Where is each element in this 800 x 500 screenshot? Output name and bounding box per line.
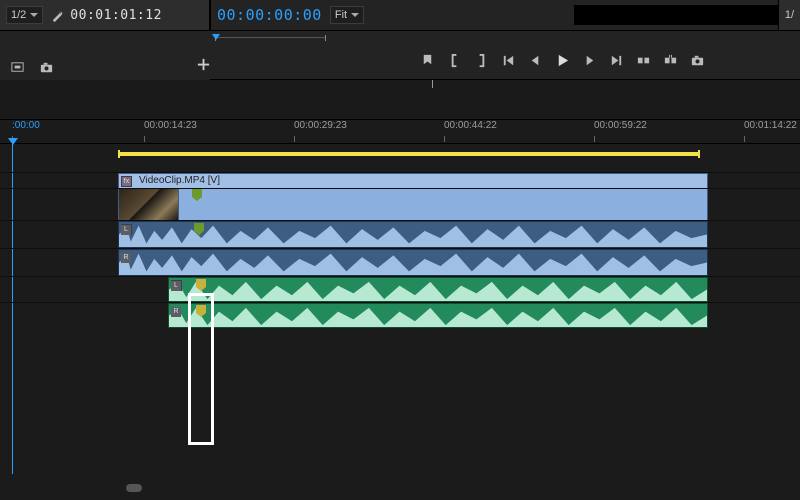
goto-out-icon[interactable] <box>609 53 624 68</box>
video-track-body[interactable] <box>0 188 800 220</box>
waveform <box>119 250 707 275</box>
clip-marker-icon[interactable] <box>192 189 202 201</box>
audio-clip-a1-r[interactable]: R <box>118 249 708 276</box>
monitor-button-row <box>0 30 800 80</box>
fx-badge-icon[interactable]: fx <box>121 176 132 187</box>
tracks-area: fx VideoClip.MP4 [V] fx L R <box>0 172 800 480</box>
ruler-tick: 00:00:14:23 <box>144 120 197 131</box>
capture-icon[interactable] <box>10 60 25 75</box>
ruler-tick: 00:00:44:22 <box>444 120 497 131</box>
channel-right-badge: R <box>121 253 131 263</box>
program-preview-area <box>574 5 794 25</box>
audio-clip-a1[interactable]: fx L <box>118 221 708 248</box>
audio-clip-a2[interactable]: fx L <box>168 277 708 302</box>
channel-right-badge: R <box>171 307 181 317</box>
marker-icon[interactable] <box>420 53 435 68</box>
extract-icon[interactable] <box>663 53 678 68</box>
transport-controls <box>420 53 705 68</box>
plus-icon[interactable] <box>196 57 211 72</box>
program-timecode[interactable]: 00:00:00:00 <box>217 6 322 24</box>
video-clip-header[interactable]: fx VideoClip.MP4 [V] <box>118 173 708 189</box>
audio-track-a2-r[interactable]: R <box>0 302 800 328</box>
goto-in-icon[interactable] <box>501 53 516 68</box>
ruler-tick: 00:01:14:22 <box>744 120 797 131</box>
resolution-select[interactable]: 1/2 <box>6 6 43 24</box>
work-area-bar[interactable] <box>118 152 700 156</box>
waveform <box>169 304 707 327</box>
audio-track-a1-r[interactable]: R <box>0 248 800 276</box>
play-icon[interactable] <box>555 53 570 68</box>
scrollbar-thumb[interactable] <box>126 484 142 492</box>
step-fwd-icon[interactable] <box>582 53 597 68</box>
clip-marker-icon[interactable] <box>196 279 206 291</box>
bracket-close-icon[interactable] <box>474 53 489 68</box>
waveform <box>169 278 707 301</box>
audio-track-a1[interactable]: fx L <box>0 220 800 248</box>
time-ruler[interactable]: :00:00 00:00:14:23 00:00:29:23 00:00:44:22 0… <box>0 120 800 144</box>
audio-clip-a2-r[interactable]: R <box>168 303 708 328</box>
video-track-row[interactable]: fx VideoClip.MP4 [V] <box>0 172 800 188</box>
step-back-icon[interactable] <box>528 53 543 68</box>
program-resolution-select[interactable]: 1/ <box>778 0 800 30</box>
clip-marker-icon[interactable] <box>196 305 206 317</box>
clip-marker-icon[interactable] <box>194 223 204 235</box>
clip-name: VideoClip.MP4 <box>139 175 205 186</box>
source-timecode[interactable]: 00:01:01:12 <box>70 8 162 23</box>
clip-thumbnail <box>119 189 179 220</box>
timeline-panel: :00:00 00:00:14:23 00:00:29:23 00:00:44:22 0… <box>0 80 800 500</box>
timeline-scrollbar[interactable] <box>0 482 800 494</box>
ruler-tick: :00:00 <box>12 120 40 131</box>
source-monitor-controls: 1/2 00:01:01:12 <box>0 0 210 30</box>
ruler-tick: 00:00:59:22 <box>594 120 647 131</box>
video-clip-body[interactable] <box>118 189 708 221</box>
camera-icon[interactable] <box>39 60 54 75</box>
export-frame-icon[interactable] <box>690 53 705 68</box>
waveform <box>119 222 707 247</box>
timeline-spacer <box>0 80 800 120</box>
settings-wrench-icon[interactable] <box>49 8 64 23</box>
monitor-header-row: 1/2 00:01:01:12 00:00:00:00 Fit 1/ <box>0 0 800 30</box>
zoom-fit-select[interactable]: Fit <box>330 6 364 24</box>
channel-left-badge: L <box>121 225 131 235</box>
channel-left-badge: L <box>171 281 181 291</box>
source-monitor-buttons <box>0 53 210 81</box>
lift-icon[interactable] <box>636 53 651 68</box>
ruler-tick: 00:00:29:23 <box>294 120 347 131</box>
program-mini-scrubber[interactable] <box>215 37 325 49</box>
bracket-open-icon[interactable] <box>447 53 462 68</box>
audio-track-a2[interactable]: fx L <box>0 276 800 302</box>
program-monitor-controls: 00:00:00:00 Fit <box>210 0 800 30</box>
clip-track-suffix: [V] <box>208 175 220 186</box>
